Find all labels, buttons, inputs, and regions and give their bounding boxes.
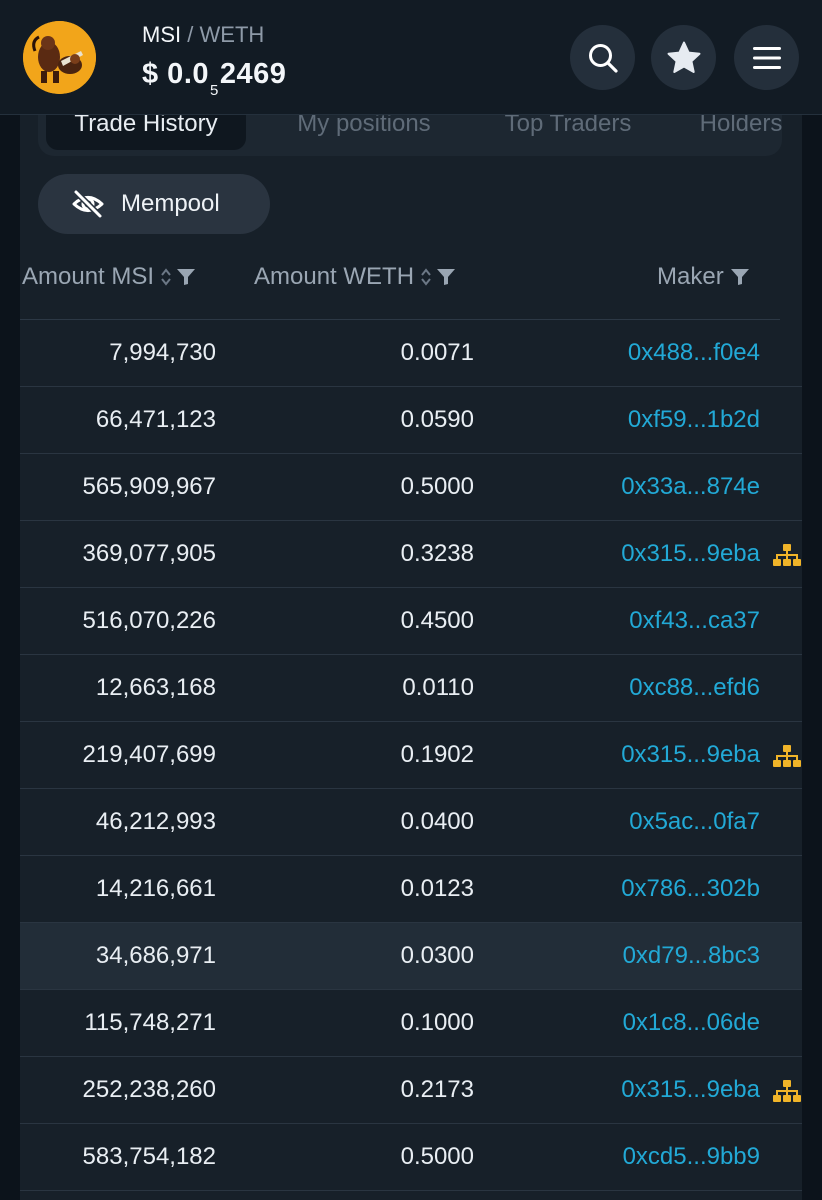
pair-base: MSI bbox=[142, 22, 182, 47]
sort-icon[interactable] bbox=[420, 266, 432, 288]
favorite-button[interactable] bbox=[651, 25, 716, 90]
star-icon bbox=[667, 41, 700, 73]
amount-quote-cell: 0.5000 bbox=[400, 1143, 474, 1170]
table-row[interactable]: 219,407,699 0.1902 0x315...9eba bbox=[20, 722, 802, 789]
wallet-tree-icon[interactable] bbox=[772, 1079, 802, 1103]
amount-quote-cell: 0.1000 bbox=[400, 1009, 474, 1036]
table-row[interactable]: 66,471,123 0.0590 0xf59...1b2d bbox=[20, 387, 802, 454]
table-row[interactable]: 7,994,730 0.0071 0x488...f0e4 bbox=[20, 320, 802, 387]
table-row[interactable]: 115,748,271 0.1000 0x1c8...06de bbox=[20, 990, 802, 1057]
amount-quote-cell: 0.3238 bbox=[400, 540, 474, 567]
maker-link[interactable]: 0xd79...8bc3 bbox=[623, 923, 760, 989]
price-prefix: $ 0.0 bbox=[142, 58, 209, 90]
amount-token-cell: 34,686,971 bbox=[95, 942, 216, 969]
maker-link[interactable]: 0x1c8...06de bbox=[623, 990, 760, 1056]
column-header-maker[interactable]: Maker bbox=[657, 262, 750, 292]
column-header-label: Amount MSI bbox=[22, 263, 155, 290]
table-row[interactable]: 565,909,967 0.5000 0x33a...874e bbox=[20, 454, 802, 521]
amount-quote-cell: 0.0400 bbox=[400, 808, 474, 835]
maker-link[interactable]: 0xf59...1b2d bbox=[628, 387, 760, 453]
mempool-label: Mempool bbox=[121, 190, 220, 217]
maker-link[interactable]: 0xcd5...9bb9 bbox=[623, 1124, 760, 1190]
amount-token-cell: 66,471,123 bbox=[95, 406, 216, 433]
table-row[interactable]: 583,754,182 0.5000 0xcd5...9bb9 bbox=[20, 1124, 802, 1191]
column-header-amount-token[interactable]: Amount MSI bbox=[22, 262, 196, 292]
amount-quote-cell: 0.0071 bbox=[400, 339, 474, 366]
amount-token-cell: 565,909,967 bbox=[82, 473, 216, 500]
table-row[interactable]: 14,216,661 0.0123 0x786...302b bbox=[20, 856, 802, 923]
table-row[interactable]: 516,070,226 0.4500 0xf43...ca37 bbox=[20, 588, 802, 655]
price-zero-count: 5 bbox=[210, 82, 219, 99]
column-header-amount-quote[interactable]: Amount WETH bbox=[254, 262, 456, 292]
table-row[interactable]: 369,077,905 0.3238 0x315...9eba bbox=[20, 521, 802, 588]
maker-link[interactable]: 0xc88...efd6 bbox=[629, 655, 760, 721]
wallet-tree-icon[interactable] bbox=[772, 543, 802, 567]
amount-quote-cell: 0.4500 bbox=[400, 607, 474, 634]
filter-icon[interactable] bbox=[176, 268, 196, 286]
amount-token-cell: 219,407,699 bbox=[82, 741, 216, 768]
token-logo-art bbox=[23, 21, 96, 94]
amount-token-cell: 115,748,271 bbox=[84, 1009, 216, 1036]
maker-link[interactable]: 0x488...f0e4 bbox=[628, 320, 760, 386]
maker-link[interactable]: 0x33a...874e bbox=[621, 454, 760, 520]
amount-token-cell: 583,754,182 bbox=[82, 1143, 216, 1170]
maker-link[interactable]: 0x786...302b bbox=[621, 856, 760, 922]
maker-link[interactable]: 0x315...9eba bbox=[621, 1057, 760, 1123]
maker-link[interactable]: 0x5ac...0fa7 bbox=[629, 789, 760, 855]
filter-icon[interactable] bbox=[436, 268, 456, 286]
table-row[interactable]: 34,686,971 0.0300 0xd79...8bc3 bbox=[20, 923, 802, 990]
token-logo[interactable] bbox=[23, 21, 96, 94]
amount-quote-cell: 0.0300 bbox=[400, 942, 474, 969]
mempool-toggle[interactable]: Mempool bbox=[38, 174, 270, 234]
maker-link[interactable]: 0x315...9eba bbox=[621, 521, 760, 587]
column-header-label: Amount WETH bbox=[254, 263, 415, 290]
maker-link[interactable]: 0xf43...ca37 bbox=[629, 588, 760, 654]
amount-quote-cell: 0.0123 bbox=[400, 875, 474, 902]
amount-token-cell: 252,238,260 bbox=[82, 1076, 216, 1103]
menu-icon bbox=[752, 46, 781, 69]
amount-quote-cell: 0.5000 bbox=[400, 473, 474, 500]
amount-token-cell: 369,077,905 bbox=[82, 540, 216, 567]
pair-quote: WETH bbox=[199, 22, 265, 47]
amount-token-cell: 7,994,730 bbox=[109, 339, 216, 366]
filter-icon[interactable] bbox=[730, 268, 750, 286]
sort-icon[interactable] bbox=[160, 266, 172, 288]
amount-quote-cell: 0.1902 bbox=[400, 741, 474, 768]
table-row[interactable]: 252,238,260 0.2173 0x315...9eba bbox=[20, 1057, 802, 1124]
column-header-label: Maker bbox=[657, 263, 724, 290]
amount-token-cell: 46,212,993 bbox=[95, 808, 216, 835]
amount-token-cell: 516,070,226 bbox=[82, 607, 216, 634]
top-header: MSI / WETH $ 0.052469 bbox=[0, 0, 822, 115]
search-button[interactable] bbox=[570, 25, 635, 90]
maker-link[interactable]: 0x315...9eba bbox=[621, 722, 760, 788]
menu-button[interactable] bbox=[734, 25, 799, 90]
pair-separator: / bbox=[187, 22, 194, 47]
wallet-tree-icon[interactable] bbox=[772, 744, 802, 768]
search-icon bbox=[588, 43, 618, 73]
token-price: $ 0.052469 bbox=[142, 58, 287, 99]
amount-token-cell: 12,663,168 bbox=[95, 674, 216, 701]
price-digits: 2469 bbox=[219, 58, 287, 90]
amount-token-cell: 14,216,661 bbox=[95, 875, 216, 902]
trading-pair: MSI / WETH bbox=[142, 22, 264, 48]
table-row[interactable]: 46,212,993 0.0400 0x5ac...0fa7 bbox=[20, 789, 802, 856]
amount-quote-cell: 0.2173 bbox=[400, 1076, 474, 1103]
amount-quote-cell: 0.0110 bbox=[402, 674, 474, 701]
eye-off-icon bbox=[72, 189, 104, 219]
table-row[interactable]: 12,663,168 0.0110 0xc88...efd6 bbox=[20, 655, 802, 722]
amount-quote-cell: 0.0590 bbox=[400, 406, 474, 433]
